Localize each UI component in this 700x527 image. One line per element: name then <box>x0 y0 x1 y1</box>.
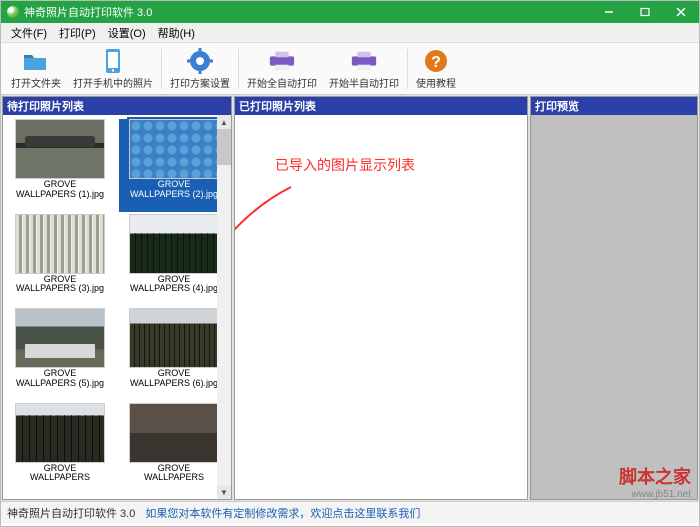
thumbnail-image <box>15 214 105 274</box>
thumbnail-item[interactable]: GROVE WALLPAPERS <box>5 403 115 496</box>
tutorial-button[interactable]: ? 使用教程 <box>410 45 462 93</box>
svg-text:?: ? <box>431 54 441 71</box>
menu-bar: 文件(F) 打印(P) 设置(O) 帮助(H) <box>1 23 699 43</box>
maximize-button[interactable] <box>627 1 663 23</box>
toolbar-separator <box>161 49 162 89</box>
menu-print[interactable]: 打印(P) <box>53 23 102 43</box>
printed-panel: 已打印照片列表 已导入的图片显示列表 <box>234 96 528 500</box>
pending-panel: 待打印照片列表 GROVE WALLPAPERS (1).jpgGROVE WA… <box>2 96 232 500</box>
thumbnail-image <box>129 308 219 368</box>
status-bar: 神奇照片自动打印软件 3.0 如果您对本软件有定制修改需求，欢迎点击这里联系我们 <box>1 501 699 523</box>
auto-print-label: 开始全自动打印 <box>247 75 317 90</box>
auto-print-button[interactable]: 开始全自动打印 <box>241 45 323 93</box>
toolbar: 打开文件夹 打开手机中的照片 打印方案设置 开始全自动打印 开始半自动打印 ? … <box>1 43 699 95</box>
preview-panel: 打印预览 <box>530 96 698 500</box>
thumbnail-item[interactable]: GROVE WALLPAPERS (2).jpg <box>119 119 229 212</box>
app-logo-icon <box>7 6 19 18</box>
print-settings-label: 打印方案设置 <box>170 75 230 90</box>
tutorial-label: 使用教程 <box>416 75 456 90</box>
semi-print-button[interactable]: 开始半自动打印 <box>323 45 405 93</box>
thumbnail-label: GROVE WALLPAPERS (1).jpg <box>14 179 106 201</box>
annotation-arrow-icon <box>235 177 311 307</box>
phone-icon <box>99 47 127 75</box>
thumbnail-label: GROVE WALLPAPERS <box>14 463 106 485</box>
menu-settings[interactable]: 设置(O) <box>102 23 152 43</box>
status-app-name: 神奇照片自动打印软件 3.0 <box>7 505 135 521</box>
gear-icon <box>186 47 214 75</box>
open-folder-label: 打开文件夹 <box>11 75 61 90</box>
open-phone-label: 打开手机中的照片 <box>73 75 153 90</box>
thumbnail-image <box>129 119 219 179</box>
thumbnail-label: GROVE WALLPAPERS <box>128 463 220 485</box>
thumbnail-label: GROVE WALLPAPERS (5).jpg <box>14 368 106 390</box>
thumbnail-image <box>129 214 219 274</box>
annotation-text: 已导入的图片显示列表 <box>275 155 415 175</box>
panels-area: 待打印照片列表 GROVE WALLPAPERS (1).jpgGROVE WA… <box>1 95 699 501</box>
preview-panel-header: 打印预览 <box>531 97 697 115</box>
toolbar-separator <box>238 49 239 89</box>
menu-file[interactable]: 文件(F) <box>5 23 53 43</box>
print-settings-button[interactable]: 打印方案设置 <box>164 45 236 93</box>
title-bar: 神奇照片自动打印软件 3.0 <box>1 1 699 23</box>
thumbnail-image <box>15 403 105 463</box>
scrollbar-vertical[interactable]: ▲ ▼ <box>217 115 231 499</box>
thumbnail-image <box>129 403 219 463</box>
thumbnail-label: GROVE WALLPAPERS (3).jpg <box>14 274 106 296</box>
help-icon: ? <box>422 47 450 75</box>
status-contact-link[interactable]: 如果您对本软件有定制修改需求，欢迎点击这里联系我们 <box>145 505 420 521</box>
toolbar-separator <box>407 49 408 89</box>
preview-panel-body <box>531 115 697 499</box>
printed-panel-body: 已导入的图片显示列表 <box>235 115 527 499</box>
pending-panel-body: GROVE WALLPAPERS (1).jpg GROVE WALLPAPERS… <box>3 115 231 499</box>
scroll-down-button[interactable]: ▼ <box>217 485 231 499</box>
thumbnail-image <box>15 308 105 368</box>
open-phone-button[interactable]: 打开手机中的照片 <box>67 45 159 93</box>
scroll-thumb[interactable] <box>217 129 231 165</box>
close-button[interactable] <box>663 1 699 23</box>
menu-help[interactable]: 帮助(H) <box>152 23 201 43</box>
thumbnail-item[interactable]: GROVE WALLPAPERS (5).jpg <box>5 308 115 401</box>
thumbnail-grid[interactable]: GROVE WALLPAPERS (1).jpg GROVE WALLPAPERS… <box>3 115 231 499</box>
printer-auto-icon <box>268 47 296 75</box>
minimize-button[interactable] <box>591 1 627 23</box>
printer-semi-icon <box>350 47 378 75</box>
thumbnail-label: GROVE WALLPAPERS (6).jpg <box>128 368 220 390</box>
thumbnail-label: GROVE WALLPAPERS (2).jpg <box>128 179 220 201</box>
printed-panel-header: 已打印照片列表 <box>235 97 527 115</box>
app-title: 神奇照片自动打印软件 3.0 <box>24 4 152 20</box>
semi-print-label: 开始半自动打印 <box>329 75 399 90</box>
thumbnail-image <box>15 119 105 179</box>
thumbnail-item[interactable]: GROVE WALLPAPERS (4).jpg <box>119 214 229 307</box>
thumbnail-label: GROVE WALLPAPERS (4).jpg <box>128 274 220 296</box>
thumbnail-item[interactable]: GROVE WALLPAPERS (1).jpg <box>5 119 115 212</box>
thumbnail-item[interactable]: GROVE WALLPAPERS <box>119 403 229 496</box>
thumbnail-item[interactable]: GROVE WALLPAPERS (3).jpg <box>5 214 115 307</box>
thumbnail-item[interactable]: GROVE WALLPAPERS (6).jpg <box>119 308 229 401</box>
folder-icon <box>22 47 50 75</box>
open-folder-button[interactable]: 打开文件夹 <box>5 45 67 93</box>
scroll-up-button[interactable]: ▲ <box>217 115 231 129</box>
pending-panel-header: 待打印照片列表 <box>3 97 231 115</box>
